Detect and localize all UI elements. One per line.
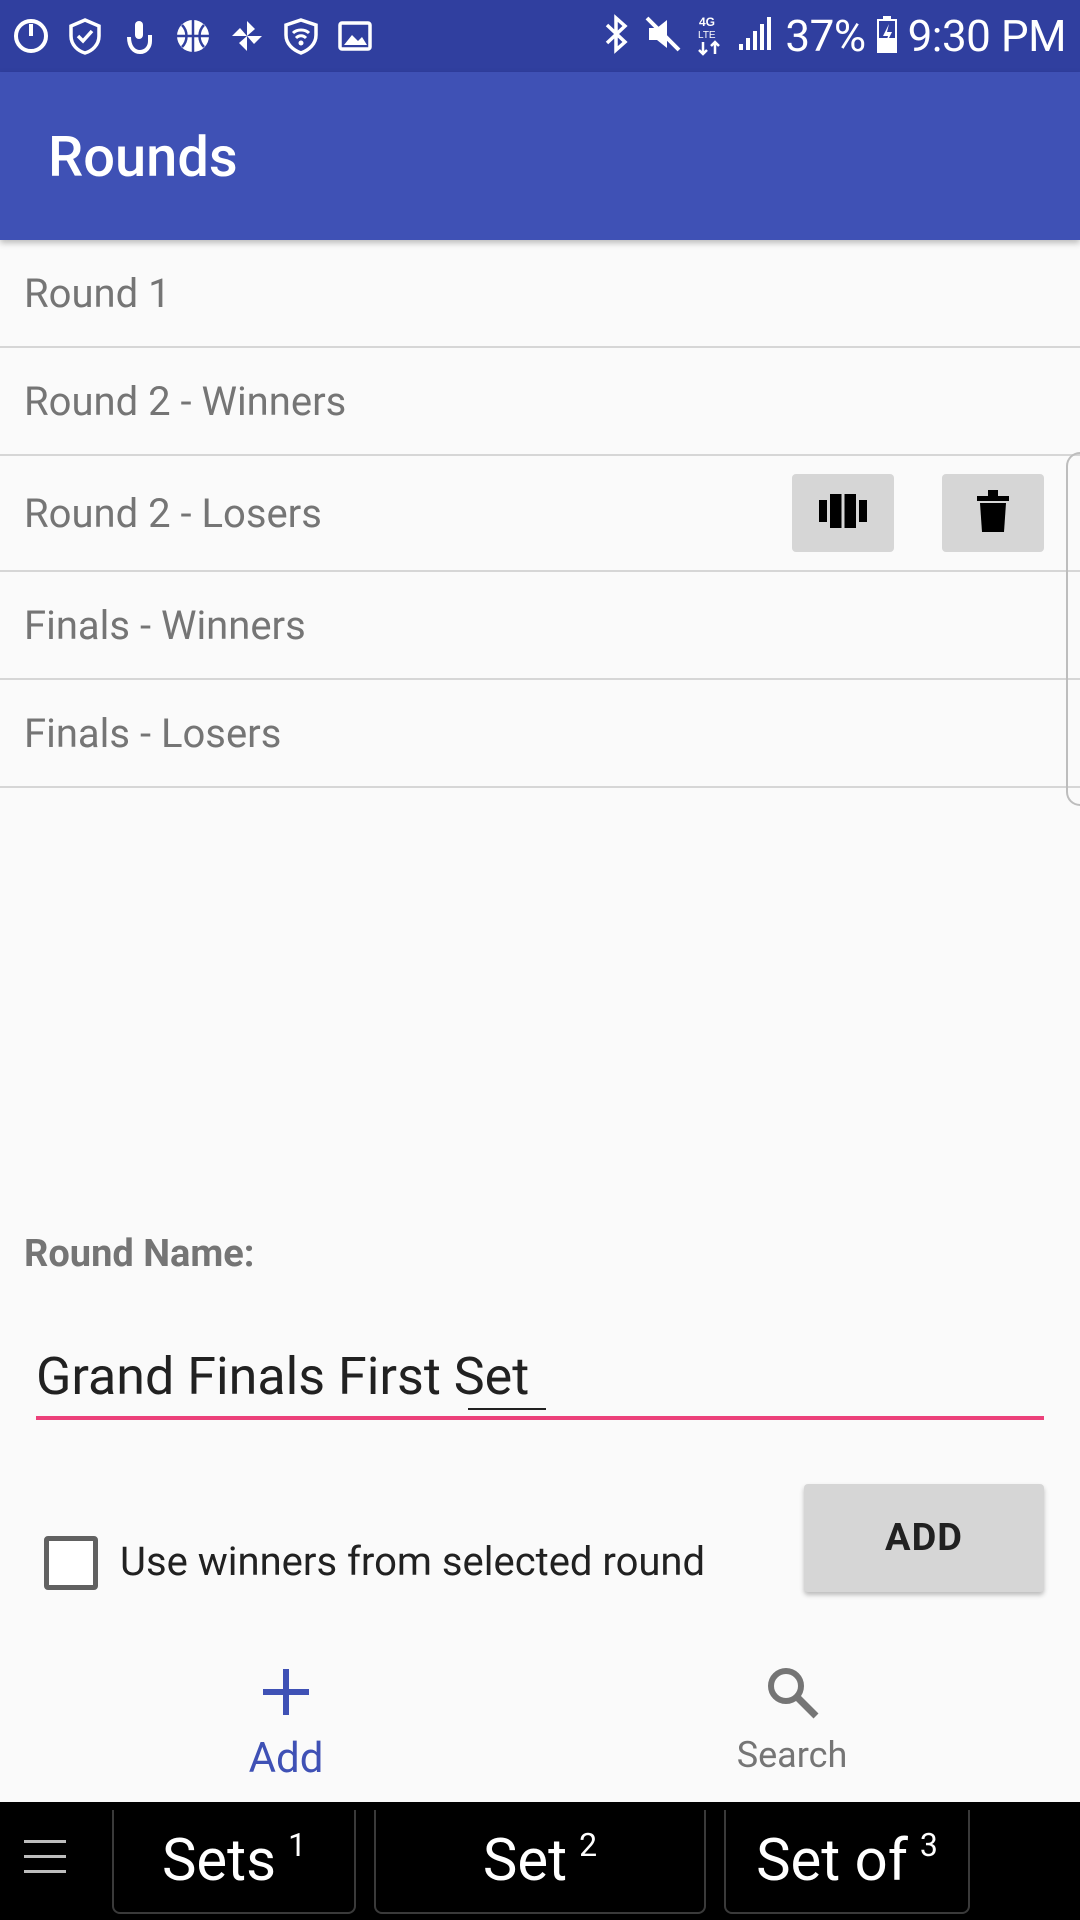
svg-text:LTE: LTE — [698, 30, 716, 41]
delete-button[interactable] — [942, 474, 1044, 552]
nav-add[interactable]: Add — [136, 1630, 436, 1802]
rounds-list: Round 1 Round 2 - Winners Round 2 - Lose… — [0, 240, 1080, 788]
suggestion-1[interactable]: Sets 1 — [112, 1810, 356, 1914]
suggestion-index: 3 — [919, 1826, 938, 1864]
shield-check-icon — [66, 17, 104, 55]
status-left-icons — [0, 17, 374, 55]
basketball-icon — [174, 17, 212, 55]
touch-icon — [120, 17, 158, 55]
suggestion-text: Set — [482, 1827, 568, 1895]
status-right-icons: 4G LTE 37% 9:30 PM — [599, 0, 1067, 72]
signal-icon — [735, 14, 775, 58]
use-winners-checkbox[interactable] — [44, 1536, 98, 1590]
plus-icon — [256, 1662, 316, 1722]
list-item-label: Finals - Winners — [24, 601, 306, 649]
clock: 9:30 PM — [907, 10, 1067, 62]
list-item-label: Round 2 - Losers — [24, 489, 322, 537]
keyboard-suggestion-bar: Sets 1 Set 2 Set of 3 — [0, 1802, 1080, 1920]
menu-icon[interactable] — [24, 1840, 66, 1874]
composing-underline — [468, 1408, 546, 1410]
edge-panel-handle[interactable] — [1066, 452, 1080, 806]
mute-icon — [643, 14, 683, 58]
battery-icon — [876, 14, 898, 58]
suggestion-index: 2 — [579, 1826, 598, 1864]
app-bar: Rounds — [0, 72, 1080, 240]
page-title: Rounds — [48, 124, 238, 190]
image-icon — [336, 17, 374, 55]
columns-icon — [819, 494, 867, 532]
pinwheel-icon — [228, 17, 266, 55]
list-item-label: Finals - Losers — [24, 709, 282, 757]
nav-search-label: Search — [736, 1734, 848, 1776]
suggestion-text: Sets — [161, 1827, 277, 1895]
search-icon — [762, 1662, 822, 1722]
round-name-label: Round Name: — [24, 1232, 255, 1276]
nav-add-label: Add — [248, 1734, 324, 1783]
use-winners-label[interactable]: Use winners from selected round — [120, 1538, 705, 1585]
wifi-shield-icon — [282, 17, 320, 55]
list-item[interactable]: Round 2 - Winners — [0, 348, 1080, 456]
bluetooth-icon — [599, 14, 633, 58]
list-item[interactable]: Finals - Losers — [0, 680, 1080, 788]
nav-search[interactable]: Search — [642, 1630, 942, 1802]
list-item-label: Round 2 - Winners — [24, 377, 347, 425]
power-icon — [12, 17, 50, 55]
reorder-button[interactable] — [792, 474, 894, 552]
suggestion-text: Set of — [756, 1827, 908, 1895]
svg-text:4G: 4G — [699, 15, 715, 29]
list-item-label: Round 1 — [24, 269, 171, 317]
list-item[interactable]: Round 1 — [0, 240, 1080, 348]
suggestion-2[interactable]: Set 2 — [374, 1810, 706, 1914]
add-round-button[interactable]: ADD — [804, 1484, 1044, 1592]
suggestion-index: 1 — [288, 1826, 307, 1864]
suggestion-3[interactable]: Set of 3 — [724, 1810, 970, 1914]
battery-percent: 37% — [785, 10, 866, 62]
list-item-selected[interactable]: Round 2 - Losers — [0, 456, 1080, 572]
trash-icon — [977, 490, 1009, 536]
list-item[interactable]: Finals - Winners — [0, 572, 1080, 680]
data-lte-icon: 4G LTE — [693, 12, 725, 60]
bottom-navigation: Add Search — [0, 1630, 1080, 1802]
status-bar: 4G LTE 37% 9:30 PM — [0, 0, 1080, 72]
